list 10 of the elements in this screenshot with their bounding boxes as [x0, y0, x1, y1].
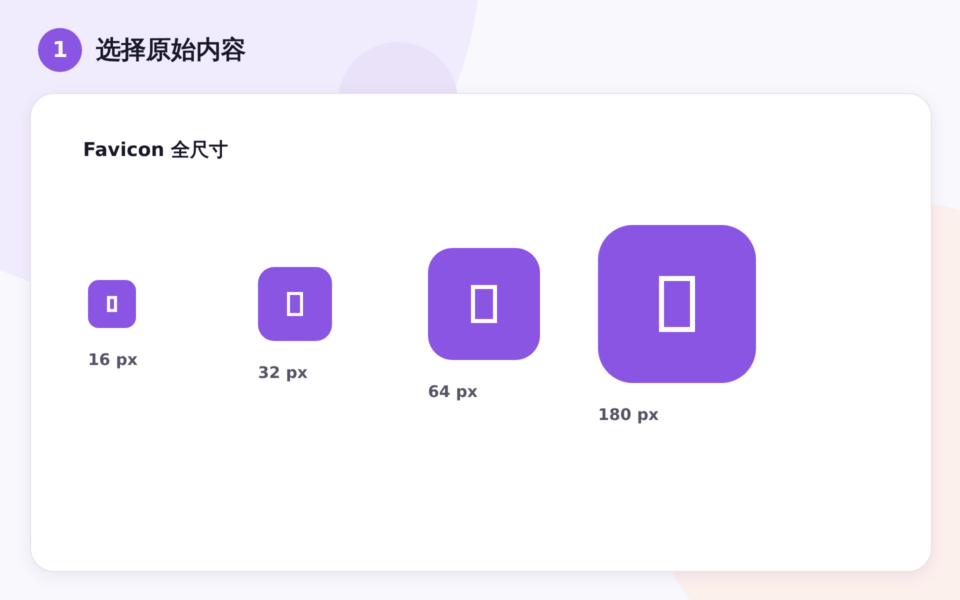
- rectangle-icon: [471, 284, 497, 322]
- card-title: Favicon 全尺寸: [83, 138, 228, 163]
- size-label: 32 px: [258, 362, 308, 384]
- size-label: 180 px: [598, 404, 659, 426]
- size-label: 64 px: [428, 380, 478, 402]
- step-title: 选择原始内容: [96, 34, 246, 66]
- rectangle-icon: [107, 296, 117, 312]
- rectangle-icon: [659, 276, 695, 332]
- size-label: 16 px: [88, 348, 138, 370]
- rectangle-icon: [287, 292, 303, 316]
